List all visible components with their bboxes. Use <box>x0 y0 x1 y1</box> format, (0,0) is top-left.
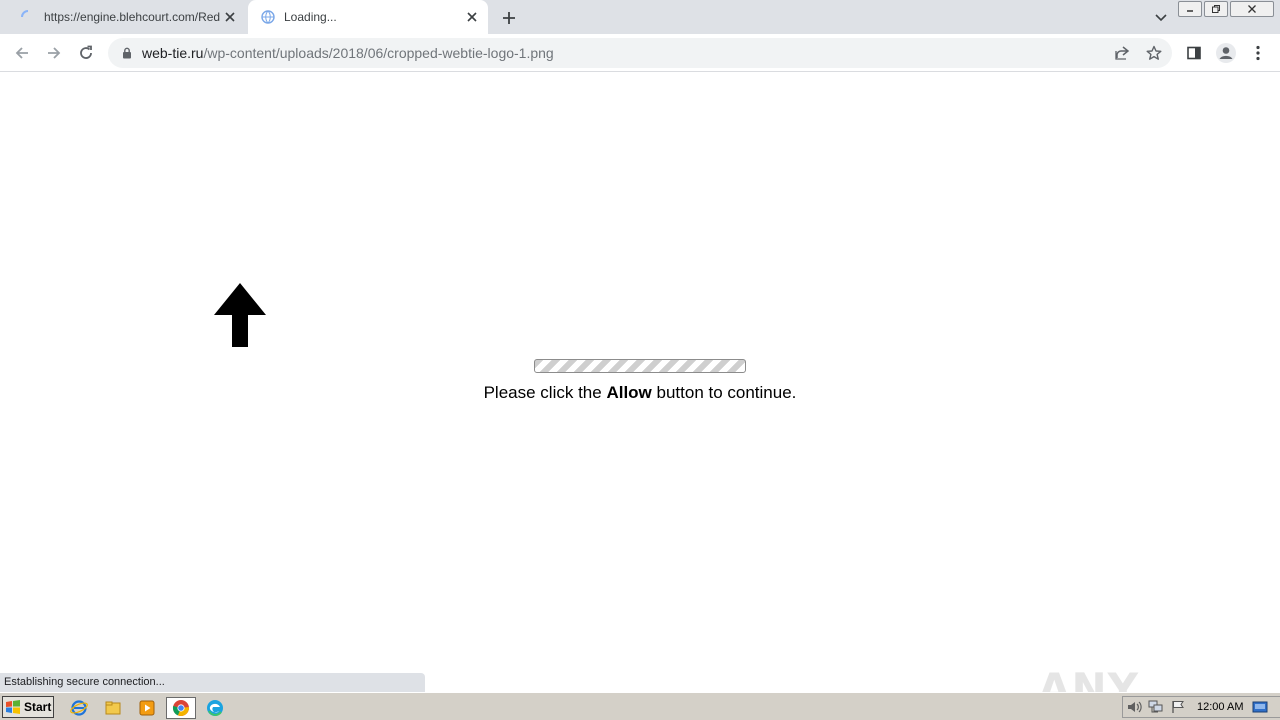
file-explorer-icon[interactable] <box>102 697 124 719</box>
tab-redirect[interactable]: https://engine.blehcourt.com/Redire <box>8 0 246 34</box>
message-suffix: button to continue. <box>651 383 797 402</box>
start-label: Start <box>24 700 52 714</box>
back-button[interactable] <box>8 39 36 67</box>
volume-icon[interactable] <box>1123 698 1145 716</box>
menu-button[interactable] <box>1244 39 1272 67</box>
windows-taskbar: Start 12:00 AM <box>0 692 1280 720</box>
reload-button[interactable] <box>72 39 100 67</box>
page-content: Please click the Allow button to continu… <box>0 72 1280 720</box>
tab-loading[interactable]: Loading... <box>248 0 488 34</box>
minimize-button[interactable] <box>1178 1 1202 17</box>
new-tab-button[interactable] <box>498 7 520 29</box>
avatar-icon <box>1216 43 1236 63</box>
message-prefix: Please click the <box>483 383 607 402</box>
forward-button[interactable] <box>40 39 68 67</box>
star-icon <box>1146 45 1162 60</box>
edge-icon[interactable] <box>204 697 226 719</box>
bookmark-button[interactable] <box>1140 38 1168 68</box>
globe-icon <box>260 9 276 25</box>
allow-instruction-text: Please click the Allow button to continu… <box>0 383 1280 403</box>
lock-icon[interactable] <box>120 46 134 60</box>
tab-title: https://engine.blehcourt.com/Redire <box>44 10 220 24</box>
tab-title: Loading... <box>284 10 337 24</box>
loading-spinner-icon <box>20 9 36 25</box>
back-arrow-icon <box>15 47 28 59</box>
side-panel-icon <box>1187 46 1201 60</box>
tab-strip: https://engine.blehcourt.com/Redire Load… <box>0 0 1280 34</box>
reload-icon <box>80 45 92 59</box>
up-arrow-icon <box>214 283 266 347</box>
tab-close-icon[interactable] <box>462 7 482 27</box>
url-domain: web-tie.ru <box>142 45 204 61</box>
address-bar[interactable]: web-tie.ru/wp-content/uploads/2018/06/cr… <box>108 38 1172 68</box>
forward-arrow-icon <box>48 47 61 59</box>
chrome-icon[interactable] <box>166 697 196 719</box>
internet-explorer-icon[interactable] <box>68 697 90 719</box>
loading-progress-bar <box>534 359 746 373</box>
status-bar: Establishing secure connection... <box>0 673 425 692</box>
windows-flag-icon <box>6 700 20 714</box>
share-icon <box>1115 46 1130 60</box>
show-desktop-icon[interactable] <box>1249 698 1271 716</box>
profile-button[interactable] <box>1212 39 1240 67</box>
action-center-flag-icon[interactable] <box>1167 698 1189 716</box>
taskbar-clock[interactable]: 12:00 AM <box>1197 701 1243 713</box>
network-icon[interactable] <box>1145 698 1167 716</box>
url-path: /wp-content/uploads/2018/06/cropped-webt… <box>203 45 554 61</box>
close-window-button[interactable] <box>1230 1 1274 17</box>
tab-search-chevron-down-icon[interactable] <box>1150 7 1172 29</box>
tab-close-icon[interactable] <box>220 7 240 27</box>
share-button[interactable] <box>1108 38 1136 68</box>
start-button[interactable]: Start <box>2 696 54 718</box>
message-allow-word: Allow <box>606 383 652 402</box>
window-controls <box>1176 1 1274 17</box>
media-player-icon[interactable] <box>136 697 158 719</box>
browser-toolbar: web-tie.ru/wp-content/uploads/2018/06/cr… <box>0 34 1280 72</box>
kebab-menu-icon <box>1256 45 1260 61</box>
side-panel-button[interactable] <box>1180 39 1208 67</box>
url-text: web-tie.ru/wp-content/uploads/2018/06/cr… <box>142 45 554 61</box>
system-tray: 12:00 AM <box>1122 696 1280 718</box>
restore-button[interactable] <box>1204 1 1228 17</box>
